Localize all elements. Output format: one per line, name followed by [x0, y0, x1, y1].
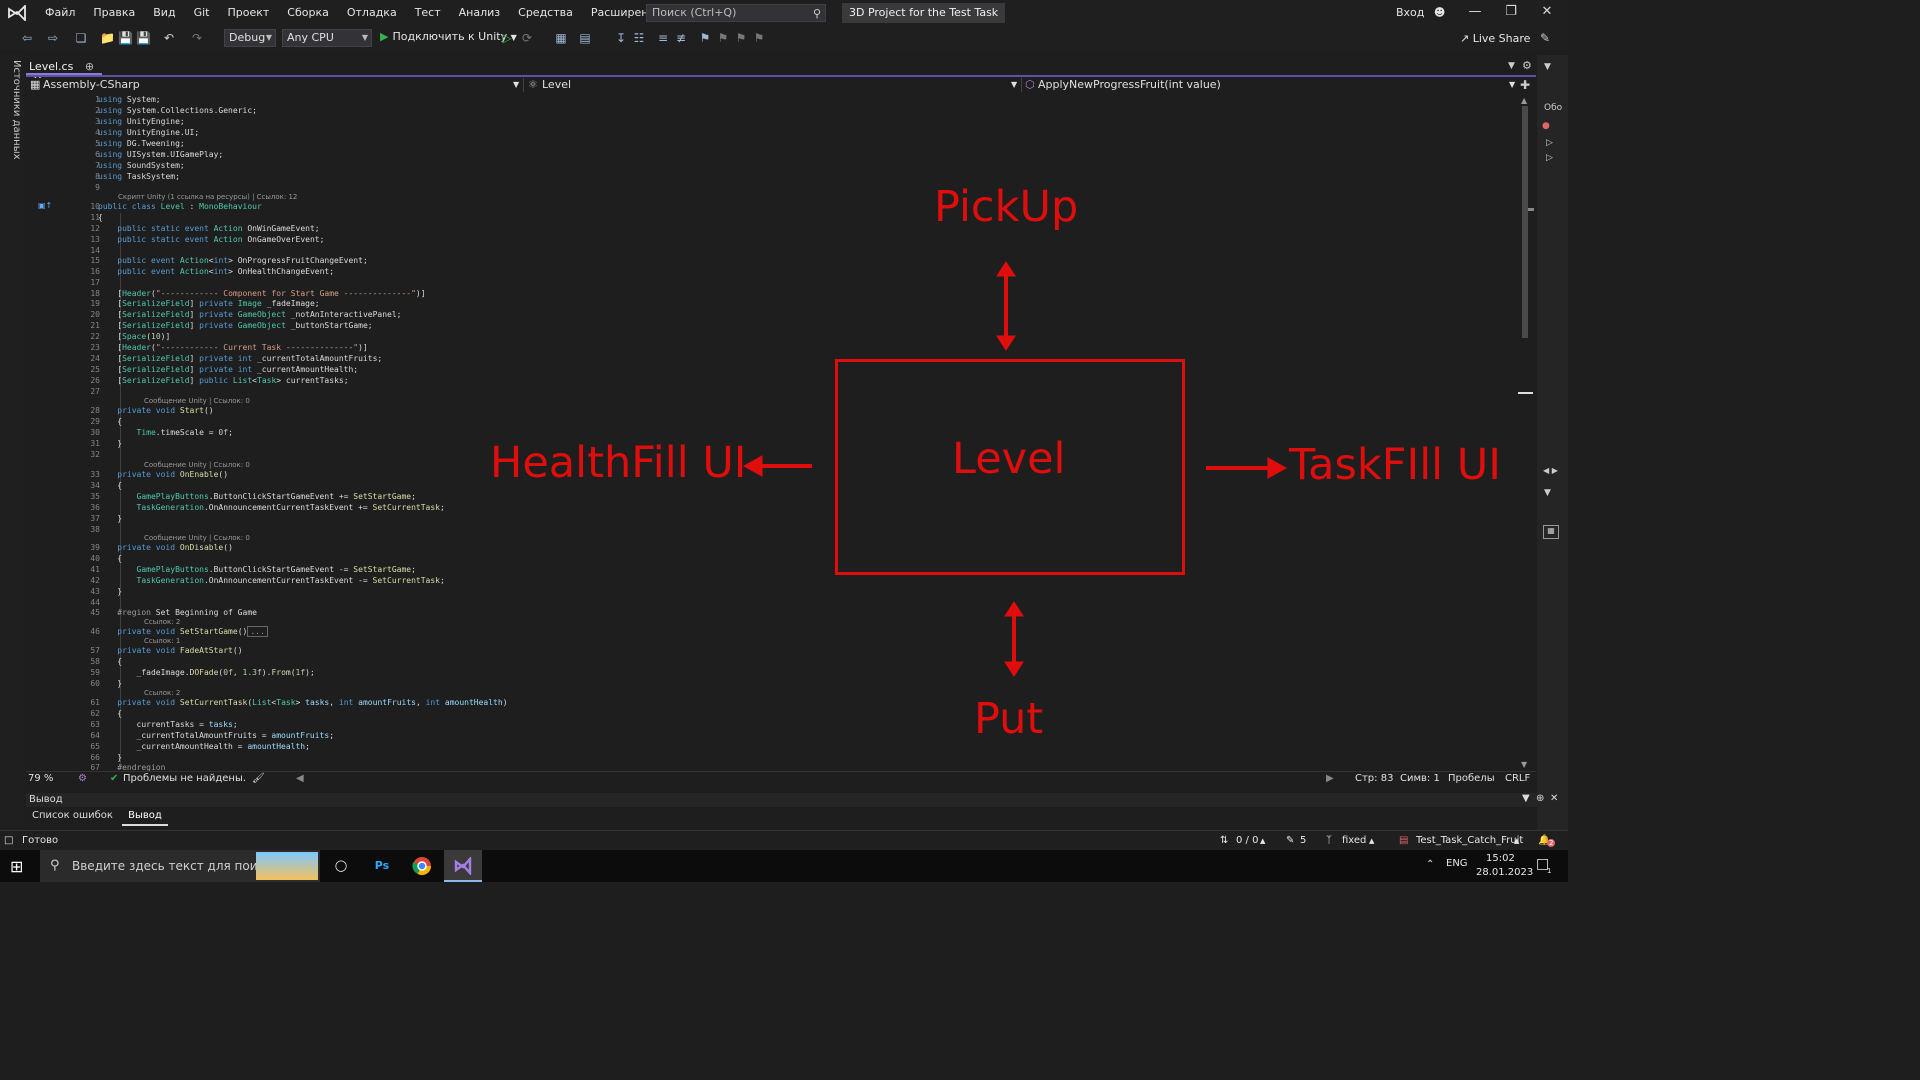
tray-chevron-up-icon[interactable]: ⌃ — [1426, 859, 1434, 870]
scrollbar-thumb[interactable] — [1522, 106, 1528, 338]
branch-icon: ᛉ — [1326, 835, 1332, 846]
status-bar: □ Готово ⇅ 0 / 0 ▲ ✎ 5 ᛉ fixed ▲ ▤ Test_… — [0, 830, 1568, 850]
panel-dropdown-icon[interactable]: ▼ — [1522, 793, 1530, 804]
tab-output[interactable]: Вывод — [122, 808, 168, 826]
taskbar-search-input[interactable]: ⚲ Введите здесь текст для поиска — [40, 850, 320, 882]
pending-changes-count[interactable]: 5 — [1300, 835, 1306, 846]
right-tool-panel — [1537, 55, 1568, 835]
annotation-arrows — [742, 261, 1288, 677]
action-center-badge: 1 — [1547, 867, 1552, 875]
taskbar-visual-studio-icon[interactable] — [444, 850, 482, 882]
health-icon: ⚙ — [78, 773, 87, 784]
pin-icon[interactable]: ⊕ — [1536, 793, 1544, 804]
pickup-double-arrow — [996, 261, 1016, 351]
clock-time[interactable]: 15:02 — [1486, 853, 1515, 864]
language-indicator[interactable]: ENG — [1446, 858, 1468, 869]
expand-icon[interactable]: ▷ — [1546, 138, 1553, 148]
panel-dropdown-icon[interactable]: ▼ — [1544, 488, 1551, 498]
line-indicator[interactable]: Стр: 83 — [1355, 773, 1393, 784]
output-panel-header: Вывод ▼ ⊕ ✕ — [26, 793, 1562, 807]
tab-error-list[interactable]: Список ошибок — [26, 808, 119, 824]
whitespace-indicator[interactable]: Пробелы — [1448, 773, 1495, 784]
taskbar-search-placeholder: Введите здесь текст для поиска — [72, 859, 279, 873]
repo-icon: ▤ — [1399, 835, 1409, 846]
chevron-up-icon: ▲ — [1260, 837, 1266, 845]
notifications-badge: 2 — [1547, 839, 1556, 847]
brush-icon[interactable]: 🖌 — [252, 773, 265, 784]
panel-dropdown-icon[interactable]: ▼ — [1544, 62, 1551, 72]
error-icon: ● — [1542, 121, 1550, 131]
column-indicator[interactable]: Симв: 1 — [1400, 773, 1440, 784]
panel-scroll-left-icon[interactable]: ◀ ▶ — [1543, 466, 1558, 475]
output-title: Вывод — [29, 794, 63, 805]
chevron-up-icon: ▲ — [1369, 837, 1375, 845]
taskbar-photoshop-label: Ps — [374, 859, 390, 872]
scroll-left-icon[interactable]: ◀ — [296, 773, 304, 784]
branch-name[interactable]: fixed — [1342, 835, 1366, 846]
right-panel-title[interactable]: Обо — [1544, 103, 1562, 113]
caret-marker — [1518, 392, 1533, 394]
status-ready: Готово — [22, 835, 59, 846]
zoom-dropdown[interactable]: 79 % — [28, 773, 53, 784]
windows-start-icon[interactable]: ⊞ — [10, 857, 23, 876]
chrome-logo-icon — [412, 857, 431, 876]
taskbar-photoshop-icon[interactable]: Ps — [367, 854, 397, 878]
problems-status[interactable]: Проблемы не найдены. — [123, 773, 246, 784]
search-icon: ⚲ — [50, 858, 60, 873]
scroll-up-icon[interactable]: ▲ — [1521, 96, 1527, 105]
editor-status-row: 79 % ⚙ ✔ Проблемы не найдены. 🖌 ◀ ▶ Стр:… — [26, 771, 1536, 787]
pencil-icon[interactable]: ✎ — [1286, 835, 1294, 846]
taskfill-arrow — [1206, 457, 1288, 479]
properties-icon[interactable]: ▦ — [1543, 525, 1559, 539]
clock-date[interactable]: 28.01.2023 — [1476, 867, 1533, 878]
expand-icon[interactable]: ▷ — [1546, 153, 1553, 163]
check-icon: ✔ — [110, 773, 119, 784]
scroll-marker — [1528, 208, 1534, 211]
status-icon: □ — [4, 835, 14, 846]
close-panel-icon[interactable]: ✕ — [1550, 793, 1558, 804]
line-ending-indicator[interactable]: CRLF — [1505, 773, 1530, 784]
output-tabs: Список ошибок Вывод — [26, 808, 168, 826]
chevron-up-icon: ▲ — [1514, 837, 1520, 845]
taskbar-unity-icon[interactable]: ◯ — [326, 854, 356, 878]
scroll-right-icon[interactable]: ▶ — [1326, 773, 1334, 784]
scroll-down-icon[interactable]: ▼ — [1521, 760, 1527, 769]
visual-studio-logo-icon — [454, 855, 472, 877]
sync-icon[interactable]: ⇅ — [1220, 835, 1228, 846]
search-highlight-image — [256, 852, 318, 880]
repo-name[interactable]: Test_Task_Catch_Fruit — [1416, 835, 1523, 846]
healthfill-arrow — [742, 455, 812, 477]
put-double-arrow — [1004, 601, 1024, 677]
taskbar-chrome-icon[interactable] — [407, 854, 437, 878]
sync-count[interactable]: 0 / 0 — [1236, 835, 1258, 846]
